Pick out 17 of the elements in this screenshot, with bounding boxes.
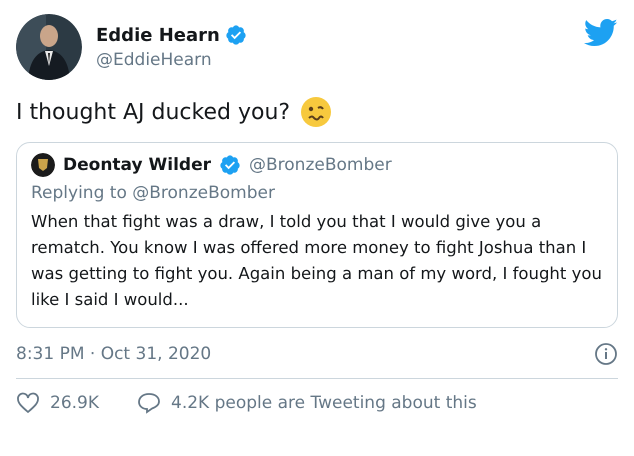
quoted-avatar — [31, 153, 55, 177]
quoted-author-handle: @BronzeBomber — [249, 155, 392, 175]
author-name[interactable]: Eddie Hearn — [96, 24, 220, 46]
heart-icon[interactable] — [16, 391, 40, 415]
speech-bubble-icon[interactable] — [137, 391, 161, 415]
replying-to-text: Replying to @BronzeBomber — [31, 183, 276, 203]
quoted-tweet-card[interactable] — [16, 142, 618, 328]
quoted-tweet-text: When that fight was a draw, I told you that I would give you a rematch. You know I was offered more money to fight Joshua than I was getting to fight you. Again being a man of my word, I fought you like I said I would... — [31, 211, 603, 311]
tweet-text: I thought AJ ducked you? — [16, 100, 290, 124]
quoted-author-name: Deontay Wilder — [63, 155, 211, 175]
tweet-timestamp[interactable]: 8:31 PM · Oct 31, 2020 — [16, 344, 212, 364]
author-handle[interactable]: @EddieHearn — [96, 50, 570, 70]
woozy-face-emoji-icon — [300, 96, 332, 128]
like-count: 26.9K — [50, 393, 99, 413]
info-icon[interactable] — [594, 342, 618, 366]
bird-logo-icon — [584, 18, 618, 48]
tweeting-count[interactable]: 4.2K people are Tweeting about this — [171, 393, 477, 413]
